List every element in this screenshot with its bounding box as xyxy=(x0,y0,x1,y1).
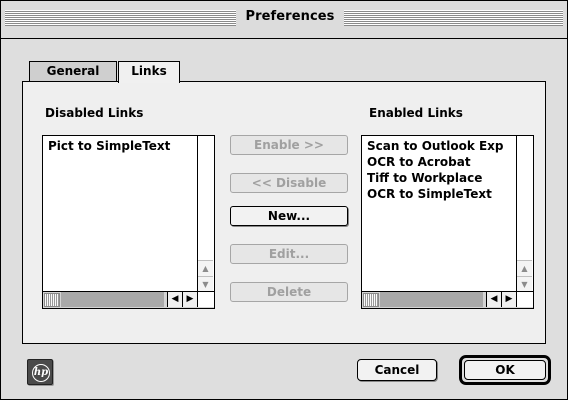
scroll-right-arrow-icon[interactable]: ▶ xyxy=(501,292,516,307)
scrollbar-corner xyxy=(516,292,533,307)
enabled-links-label: Enabled Links xyxy=(369,106,463,120)
scroll-track[interactable] xyxy=(61,292,164,307)
enabled-links-horizontal-scrollbar[interactable]: ◀ ▶ xyxy=(362,291,533,308)
preferences-window: Preferences General Links Disabled Links… xyxy=(0,0,568,400)
disabled-links-label: Disabled Links xyxy=(45,106,144,120)
scroll-up-arrow-icon[interactable]: ▲ xyxy=(517,260,532,276)
new-link-button[interactable]: New... xyxy=(230,206,348,226)
list-item[interactable]: OCR to SimpleText xyxy=(367,186,515,202)
disabled-links-list[interactable]: Pict to SimpleText ▲ ▼ ◀ ▶ xyxy=(42,135,215,309)
enabled-links-list[interactable]: Scan to Outlook Exp OCR to Acrobat Tiff … xyxy=(361,135,534,309)
list-item[interactable]: Pict to SimpleText xyxy=(48,138,196,154)
scroll-down-arrow-icon[interactable]: ▼ xyxy=(198,276,213,292)
scroll-right-arrow-icon[interactable]: ▶ xyxy=(182,292,197,307)
tab-links[interactable]: Links xyxy=(118,61,180,83)
list-item[interactable]: OCR to Acrobat xyxy=(367,154,515,170)
edit-link-button[interactable]: Edit... xyxy=(230,244,348,264)
scroll-track[interactable] xyxy=(380,292,483,307)
scroll-up-arrow-icon[interactable]: ▲ xyxy=(198,260,213,276)
scrollbar-corner xyxy=(197,292,214,307)
delete-link-button[interactable]: Delete xyxy=(230,282,348,302)
scroll-thumb[interactable] xyxy=(44,293,60,307)
scroll-left-arrow-icon[interactable]: ◀ xyxy=(486,292,501,307)
title-bar-stripes-left xyxy=(5,10,236,26)
scroll-left-arrow-icon[interactable]: ◀ xyxy=(167,292,182,307)
title-bar-stripes-right xyxy=(344,10,563,26)
ok-button-default-ring[interactable]: OK xyxy=(459,355,551,385)
window-title: Preferences xyxy=(245,9,335,24)
disable-button[interactable]: << Disable xyxy=(230,173,348,193)
scroll-down-arrow-icon[interactable]: ▼ xyxy=(517,276,532,292)
list-item[interactable]: Scan to Outlook Exp xyxy=(367,138,515,154)
disabled-links-vertical-scrollbar[interactable]: ▲ ▼ xyxy=(197,136,214,292)
ok-button[interactable]: OK xyxy=(464,360,546,380)
disabled-links-horizontal-scrollbar[interactable]: ◀ ▶ xyxy=(43,291,214,308)
hp-logo-icon[interactable]: hp xyxy=(27,359,53,385)
tab-general[interactable]: General xyxy=(29,61,117,82)
hp-logo-text: hp xyxy=(32,364,50,382)
title-bar[interactable]: Preferences xyxy=(1,1,567,39)
list-item[interactable]: Tiff to Workplace xyxy=(367,170,515,186)
cancel-button[interactable]: Cancel xyxy=(357,359,437,381)
enable-button[interactable]: Enable >> xyxy=(230,135,348,155)
enabled-links-vertical-scrollbar[interactable]: ▲ ▼ xyxy=(516,136,533,292)
scroll-thumb[interactable] xyxy=(363,293,379,307)
